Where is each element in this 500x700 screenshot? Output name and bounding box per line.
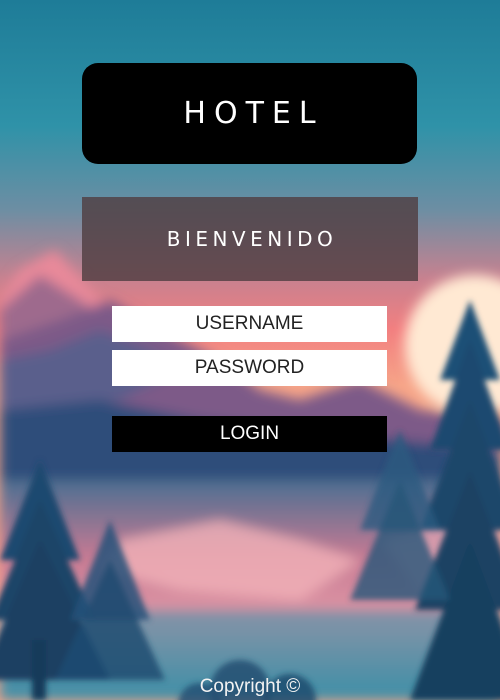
password-input[interactable] [112,350,387,386]
welcome-text: BIENVENIDO [166,227,338,251]
hotel-title-banner: HOTEL [82,63,417,164]
copyright-text: Copyright © [199,676,301,697]
login-button[interactable]: LOGIN [112,416,387,452]
page-title: HOTEL [183,96,324,131]
username-input[interactable] [112,306,387,342]
login-screen: HOTEL BIENVENIDO LOGIN Copyright © [0,0,500,700]
welcome-banner: BIENVENIDO [82,197,418,281]
